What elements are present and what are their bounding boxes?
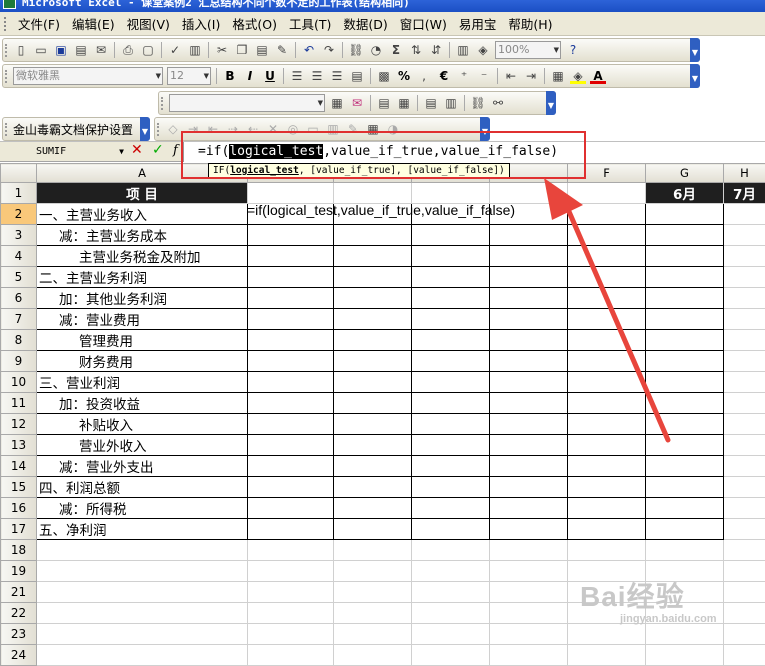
sheet-cell[interactable] bbox=[646, 645, 724, 666]
sheet-cell[interactable] bbox=[248, 645, 334, 666]
sheet-cell[interactable] bbox=[37, 645, 248, 666]
sheet-cell[interactable] bbox=[490, 645, 568, 666]
sheet-cell[interactable] bbox=[412, 645, 490, 666]
watermark: Bai经验 jingyan.baidu.com bbox=[580, 575, 685, 615]
sheet-cell[interactable] bbox=[568, 645, 646, 666]
watermark-site: jingyan.baidu.com bbox=[620, 613, 717, 625]
sheet-row: 24 bbox=[1, 645, 765, 666]
row-header[interactable]: 24 bbox=[1, 645, 37, 666]
annotation-arrow bbox=[0, 0, 765, 641]
sheet-cell[interactable] bbox=[334, 645, 412, 666]
watermark-brand: Bai经验 bbox=[580, 581, 685, 612]
sheet-cell[interactable] bbox=[724, 645, 765, 666]
